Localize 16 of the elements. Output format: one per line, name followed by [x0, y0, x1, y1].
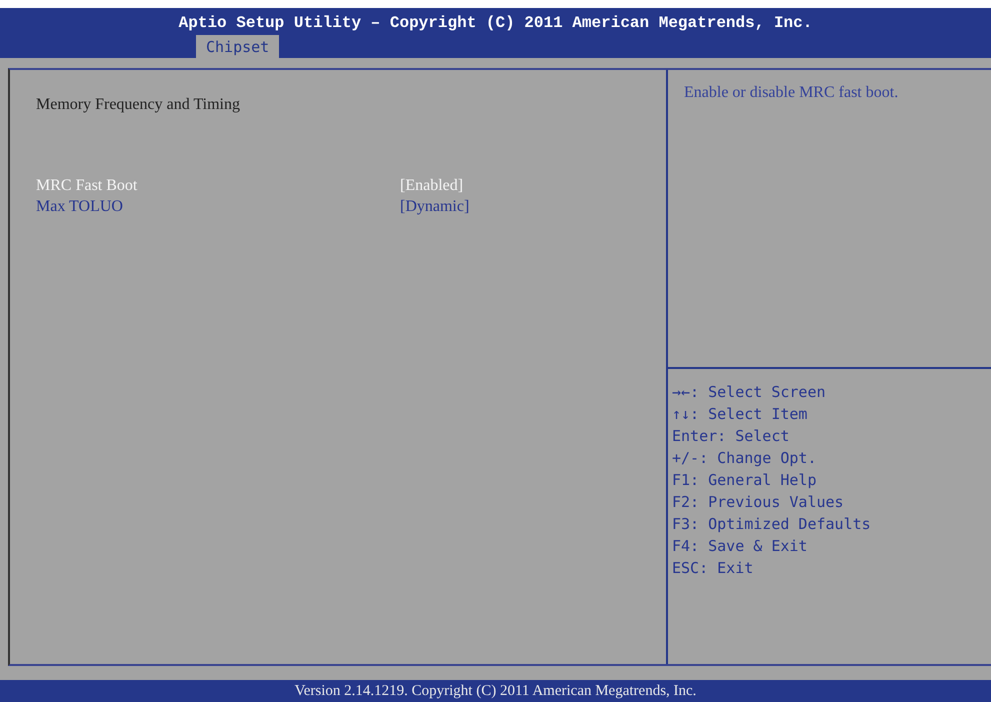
status-bar: Version 2.14.1219. Copyright (C) 2011 American Megatrends, Inc. [0, 680, 991, 702]
setting-item[interactable]: MRC Fast Boot [Enabled] [36, 175, 666, 196]
key-help-line: ↑↓: Select Item [672, 404, 808, 425]
key-help-line: F2: Previous Values [672, 492, 845, 513]
key-help-line: Enter: Select [672, 426, 790, 447]
key-help-line: +/-: Change Opt. [672, 448, 818, 469]
key-help-line: ESC: Exit [672, 558, 754, 579]
key-help-line: F4: Save & Exit [672, 536, 808, 557]
help-text: Enable or disable MRC fast boot. [684, 83, 900, 103]
window-title: Aptio Setup Utility – Copyright (C) 2011 American Megatrends, Inc. [178, 14, 812, 32]
tab[interactable]: Chipset [196, 35, 280, 58]
key-help-line: →←: Select Screen [672, 382, 827, 403]
key-help-line: F1: General Help [672, 470, 818, 491]
key-help-line: F3: Optimized Defaults [672, 514, 872, 535]
section-heading: Memory Frequency and Timing [36, 96, 241, 114]
setting-item[interactable]: Max TOLUO [Dynamic] [36, 196, 666, 217]
